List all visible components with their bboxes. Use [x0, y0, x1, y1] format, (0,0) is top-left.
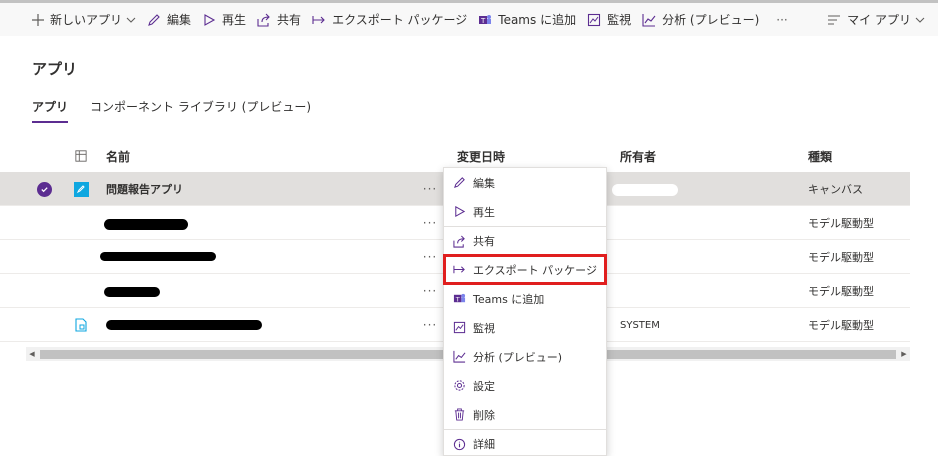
- command-bar: 新しいアプリ 編集 再生 共有 エクスポート パッケージ T Teams に追加: [0, 3, 938, 36]
- menu-item-label: Teams に追加: [473, 292, 545, 306]
- new-app-label: 新しいアプリ: [50, 13, 123, 27]
- tab-list: アプリ コンポーネント ライブラリ (プレビュー): [32, 98, 311, 123]
- chevron-down-icon: [126, 15, 136, 25]
- page-title: アプリ: [32, 60, 78, 78]
- app-name[interactable]: 問題報告アプリ: [106, 172, 406, 206]
- menu-item-add-to-teams[interactable]: T Teams に追加: [444, 284, 606, 313]
- menu-item-label: エクスポート パッケージ: [473, 263, 597, 277]
- menu-item-label: 分析 (プレビュー): [473, 350, 563, 364]
- export-icon: [452, 263, 466, 277]
- add-to-teams-button[interactable]: T Teams に追加: [472, 3, 581, 36]
- app-type: モデル駆動型: [808, 285, 874, 298]
- row-checkbox[interactable]: [34, 172, 54, 206]
- export-icon: [311, 12, 327, 28]
- export-package-button[interactable]: エクスポート パッケージ: [306, 3, 472, 36]
- scroll-left-arrow-icon[interactable]: ◀: [26, 347, 38, 361]
- redacted-name: [104, 287, 160, 297]
- file-type-column-icon[interactable]: [72, 140, 90, 172]
- menu-item-settings[interactable]: 設定: [444, 371, 606, 400]
- my-apps-filter-button[interactable]: マイ アプリ: [821, 3, 930, 36]
- redacted-name: [104, 219, 188, 230]
- more-commands-button[interactable]: ···: [764, 3, 792, 36]
- menu-item-label: 詳細: [473, 438, 495, 451]
- menu-item-label: 削除: [473, 408, 495, 422]
- pencil-icon: [146, 12, 162, 28]
- play-label: 再生: [222, 13, 247, 27]
- redacted-owner: [612, 184, 678, 196]
- row-more-button[interactable]: ···: [420, 172, 440, 206]
- column-header-name[interactable]: 名前: [106, 140, 406, 172]
- analytics-icon: [641, 12, 657, 28]
- teams-icon: T: [477, 12, 493, 28]
- tab-apps[interactable]: アプリ: [32, 98, 69, 123]
- scroll-right-arrow-icon[interactable]: ▶: [898, 347, 910, 361]
- redacted-name: [100, 252, 216, 261]
- share-button[interactable]: 共有: [251, 3, 306, 36]
- export-package-label: エクスポート パッケージ: [332, 13, 468, 27]
- checkmark-icon: [36, 181, 52, 197]
- monitor-icon: [452, 321, 466, 335]
- more-commands-label: ···: [776, 12, 788, 27]
- monitor-button[interactable]: 監視: [581, 3, 636, 36]
- share-icon: [256, 12, 272, 28]
- filter-lines-icon: [826, 12, 842, 28]
- menu-item-label: 編集: [473, 176, 495, 190]
- column-header-owner[interactable]: 所有者: [620, 140, 656, 172]
- menu-item-label: 監視: [473, 321, 495, 335]
- row-context-menu: 編集 再生 共有 エクスポート パッケージ T Teams に追加 監視 分析 …: [443, 167, 607, 456]
- menu-item-share[interactable]: 共有: [444, 226, 606, 255]
- analytics-icon: [452, 350, 466, 364]
- add-to-teams-label: Teams に追加: [498, 13, 577, 27]
- model-app-icon: [72, 308, 90, 342]
- monitor-icon: [586, 12, 602, 28]
- share-icon: [452, 234, 466, 248]
- monitor-label: 監視: [607, 13, 632, 27]
- menu-item-export-package[interactable]: エクスポート パッケージ: [443, 254, 607, 285]
- menu-item-analytics[interactable]: 分析 (プレビュー): [444, 342, 606, 371]
- share-label: 共有: [277, 13, 302, 27]
- menu-item-play[interactable]: 再生: [444, 197, 606, 226]
- app-type: キャンバス: [808, 183, 863, 196]
- row-more-button[interactable]: ···: [420, 308, 440, 342]
- trash-icon: [452, 408, 466, 422]
- menu-item-label: 共有: [473, 235, 495, 248]
- play-icon: [452, 205, 466, 219]
- column-header-type[interactable]: 種類: [808, 140, 832, 172]
- menu-item-delete[interactable]: 削除: [444, 400, 606, 429]
- redacted-name: [106, 320, 262, 330]
- menu-item-monitor[interactable]: 監視: [444, 313, 606, 342]
- analytics-label: 分析 (プレビュー): [662, 13, 760, 27]
- menu-item-label: 再生: [473, 205, 495, 219]
- app-type: モデル駆動型: [808, 251, 874, 264]
- pencil-icon: [452, 176, 466, 190]
- app-owner: SYSTEM: [620, 319, 660, 331]
- menu-item-details[interactable]: 詳細: [444, 429, 606, 456]
- menu-item-label: 設定: [473, 379, 495, 393]
- app-type: モデル駆動型: [808, 319, 874, 332]
- teams-icon: T: [452, 292, 466, 306]
- edit-label: 編集: [167, 13, 192, 27]
- row-more-button[interactable]: ···: [420, 206, 440, 240]
- play-button[interactable]: 再生: [196, 3, 251, 36]
- gear-icon: [452, 379, 466, 393]
- chevron-down-icon: [915, 15, 925, 25]
- play-icon: [201, 12, 217, 28]
- svg-text:T: T: [480, 17, 486, 25]
- app-type: モデル駆動型: [808, 217, 874, 230]
- plus-icon: [30, 12, 46, 28]
- canvas-app-icon: [72, 172, 90, 206]
- row-more-button[interactable]: ···: [420, 274, 440, 308]
- menu-item-edit[interactable]: 編集: [444, 168, 606, 197]
- row-more-button[interactable]: ···: [420, 240, 440, 274]
- my-apps-label: マイ アプリ: [847, 13, 911, 27]
- svg-text:T: T: [454, 295, 459, 303]
- tab-component-libraries[interactable]: コンポーネント ライブラリ (プレビュー): [90, 98, 311, 123]
- new-app-button[interactable]: 新しいアプリ: [0, 3, 141, 36]
- edit-button[interactable]: 編集: [141, 3, 196, 36]
- info-icon: [452, 437, 466, 451]
- analytics-button[interactable]: 分析 (プレビュー): [636, 3, 764, 36]
